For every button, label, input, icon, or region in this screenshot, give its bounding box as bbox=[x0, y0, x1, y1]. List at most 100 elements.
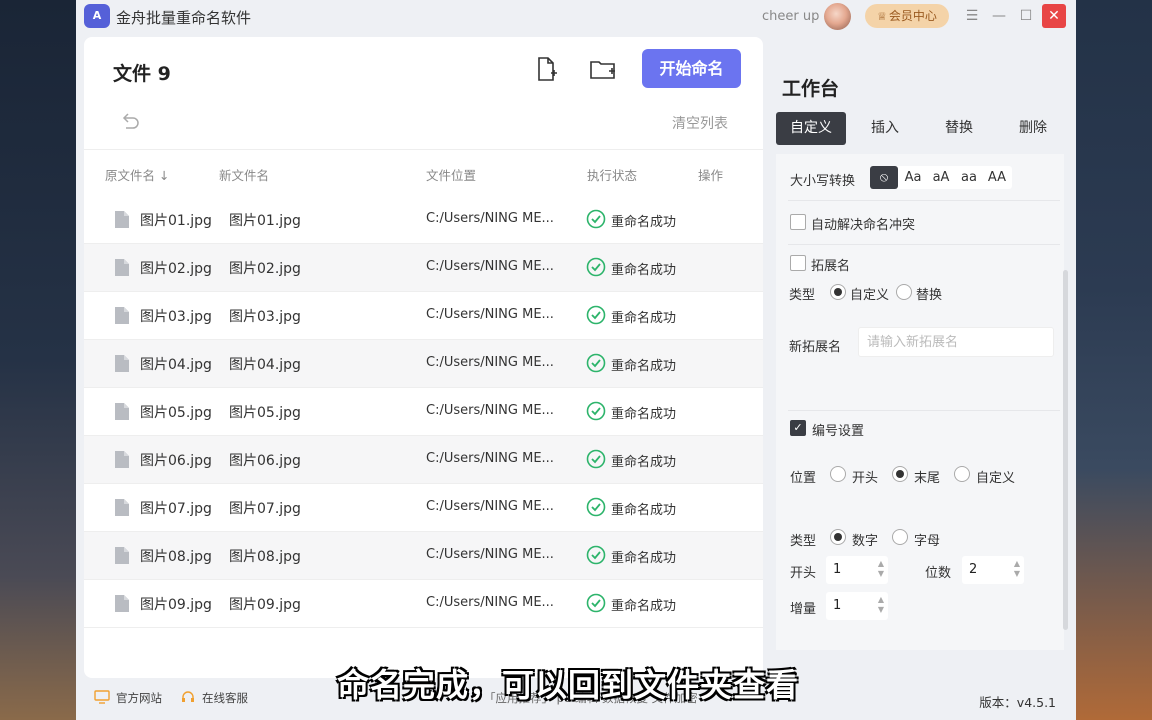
increment-stepper[interactable]: 1 ▲ ▼ bbox=[826, 592, 888, 620]
number-type-digit-radio[interactable] bbox=[830, 529, 846, 545]
tab-delete[interactable]: 删除 bbox=[998, 112, 1068, 145]
file-icon bbox=[115, 451, 129, 468]
start-number-stepper[interactable]: 1 ▲ ▼ bbox=[826, 556, 888, 584]
website-icon bbox=[94, 690, 110, 704]
case-option-lower[interactable]: aa bbox=[955, 166, 983, 189]
add-folder-icon[interactable] bbox=[587, 53, 619, 85]
tab-insert[interactable]: 插入 bbox=[850, 112, 920, 145]
table-row[interactable]: 图片06.jpg 图片06.jpg C:/Users/NING ME... 重命名成功 bbox=[84, 436, 763, 484]
new-filename: 图片08.jpg bbox=[229, 549, 301, 565]
file-icon bbox=[115, 499, 129, 516]
numbering-checkbox[interactable]: ✓ bbox=[790, 420, 806, 436]
table-row[interactable]: 图片03.jpg 图片03.jpg C:/Users/NING ME... 重命名成功 bbox=[84, 292, 763, 340]
workbench-tabs: 自定义 插入 替换 删除 bbox=[776, 112, 1070, 145]
start-rename-button[interactable]: 开始命名 bbox=[642, 49, 741, 88]
ext-type-replace-radio[interactable] bbox=[896, 284, 912, 300]
position-start-radio[interactable] bbox=[830, 466, 846, 482]
workbench-panel: 大小写转换 ⦸ Aa aA aa AA 自动解决命名冲突 拓展名 类型 自定义 … bbox=[776, 154, 1064, 650]
original-filename: 图片08.jpg bbox=[140, 549, 212, 565]
file-count-title: 文件 9 bbox=[113, 63, 171, 85]
ext-type-custom-radio[interactable] bbox=[830, 284, 846, 300]
video-subtitle: 命名完成，可以回到文件夹查看 bbox=[337, 666, 800, 704]
rename-status: 重命名成功 bbox=[611, 215, 677, 230]
table-row[interactable]: 图片05.jpg 图片05.jpg C:/Users/NING ME... 重命名成功 bbox=[84, 388, 763, 436]
spin-arrows-icon[interactable]: ▲ ▼ bbox=[878, 595, 884, 615]
extension-checkbox[interactable] bbox=[790, 255, 806, 271]
table-row[interactable]: 图片08.jpg 图片08.jpg C:/Users/NING ME... 重命名成功 bbox=[84, 532, 763, 580]
tab-custom[interactable]: 自定义 bbox=[776, 112, 846, 145]
undo-icon[interactable] bbox=[119, 110, 141, 132]
digits-value: 2 bbox=[969, 562, 978, 577]
original-filename: 图片06.jpg bbox=[140, 453, 212, 469]
file-location: C:/Users/NING ME... bbox=[426, 403, 554, 418]
tab-replace[interactable]: 替换 bbox=[924, 112, 994, 145]
digits-label: 位数 bbox=[925, 566, 952, 581]
success-check-icon bbox=[586, 401, 606, 421]
original-filename: 图片09.jpg bbox=[140, 597, 212, 613]
file-icon bbox=[115, 259, 129, 276]
file-icon bbox=[115, 595, 129, 612]
rename-status: 重命名成功 bbox=[611, 503, 677, 518]
workbench-scrollbar[interactable] bbox=[1063, 270, 1068, 630]
case-option-title[interactable]: Aa bbox=[899, 166, 927, 189]
original-filename: 图片02.jpg bbox=[140, 261, 212, 277]
new-extension-input[interactable]: 请输入新拓展名 bbox=[858, 327, 1054, 357]
success-check-icon bbox=[586, 497, 606, 517]
original-filename: 图片04.jpg bbox=[140, 357, 212, 373]
avatar[interactable] bbox=[824, 3, 851, 30]
auto-resolve-checkbox[interactable] bbox=[790, 214, 806, 230]
case-option-upper[interactable]: AA bbox=[983, 166, 1011, 189]
case-convert-label: 大小写转换 bbox=[790, 174, 856, 189]
col-original-name[interactable]: 原文件名 ↓ bbox=[105, 165, 169, 184]
table-row[interactable]: 图片02.jpg 图片02.jpg C:/Users/NING ME... 重命名成功 bbox=[84, 244, 763, 292]
new-filename: 图片05.jpg bbox=[229, 405, 301, 421]
thumbs-up-icon: ♕ bbox=[877, 10, 887, 23]
extension-label: 拓展名 bbox=[811, 259, 851, 274]
official-website-link[interactable]: 官方网站 bbox=[116, 690, 162, 706]
success-check-icon bbox=[586, 449, 606, 469]
maximize-icon[interactable]: ☐ bbox=[1014, 4, 1038, 28]
close-icon[interactable]: ✕ bbox=[1042, 4, 1066, 28]
file-location: C:/Users/NING ME... bbox=[426, 547, 554, 562]
number-type-letter-radio[interactable] bbox=[892, 529, 908, 545]
original-filename: 图片05.jpg bbox=[140, 405, 212, 421]
menu-icon[interactable]: ☰ bbox=[960, 4, 984, 28]
new-filename: 图片06.jpg bbox=[229, 453, 301, 469]
spin-arrows-icon[interactable]: ▲ ▼ bbox=[878, 559, 884, 579]
file-table-body: 图片01.jpg 图片01.jpg C:/Users/NING ME... 重命名成功… bbox=[84, 196, 763, 628]
rename-status: 重命名成功 bbox=[611, 551, 677, 566]
table-row[interactable]: 图片09.jpg 图片09.jpg C:/Users/NING ME... 重命名成功 bbox=[84, 580, 763, 628]
clear-list-button[interactable]: 清空列表 bbox=[672, 113, 728, 133]
position-end-radio[interactable] bbox=[892, 466, 908, 482]
file-icon bbox=[115, 403, 129, 420]
file-icon bbox=[115, 211, 129, 228]
new-filename: 图片09.jpg bbox=[229, 597, 301, 613]
title-bar: A 金舟批量重命名软件 cheer up ♕ 会员中心 ☰ — ☐ ✕ bbox=[76, 0, 1076, 34]
number-type-label: 类型 bbox=[790, 534, 817, 549]
new-filename: 图片07.jpg bbox=[229, 501, 301, 517]
spin-arrows-icon[interactable]: ▲ ▼ bbox=[1014, 559, 1020, 579]
online-service-link[interactable]: 在线客服 bbox=[202, 690, 248, 706]
app-logo-icon: A bbox=[84, 4, 110, 28]
minimize-icon[interactable]: — bbox=[987, 4, 1011, 28]
rename-status: 重命名成功 bbox=[611, 263, 677, 278]
file-location: C:/Users/NING ME... bbox=[426, 595, 554, 610]
case-none-option[interactable]: ⦸ bbox=[870, 166, 898, 189]
table-row[interactable]: 图片01.jpg 图片01.jpg C:/Users/NING ME... 重命名成功 bbox=[84, 196, 763, 244]
new-filename: 图片04.jpg bbox=[229, 357, 301, 373]
workbench-title: 工作台 bbox=[782, 78, 840, 100]
col-location: 文件位置 bbox=[426, 168, 477, 183]
digits-stepper[interactable]: 2 ▲ ▼ bbox=[962, 556, 1024, 584]
divider bbox=[788, 410, 1060, 411]
file-icon bbox=[115, 307, 129, 324]
table-row[interactable]: 图片04.jpg 图片04.jpg C:/Users/NING ME... 重命名成功 bbox=[84, 340, 763, 388]
position-end-label: 末尾 bbox=[914, 471, 941, 486]
file-location: C:/Users/NING ME... bbox=[426, 211, 554, 226]
add-file-icon[interactable] bbox=[530, 53, 562, 85]
table-row[interactable]: 图片07.jpg 图片07.jpg C:/Users/NING ME... 重命名成功 bbox=[84, 484, 763, 532]
vip-center-button[interactable]: ♕ 会员中心 bbox=[865, 4, 949, 28]
position-custom-radio[interactable] bbox=[954, 466, 970, 482]
rename-status: 重命名成功 bbox=[611, 407, 677, 422]
case-option-invert[interactable]: aA bbox=[927, 166, 955, 189]
ext-type-replace-label: 替换 bbox=[916, 288, 943, 303]
